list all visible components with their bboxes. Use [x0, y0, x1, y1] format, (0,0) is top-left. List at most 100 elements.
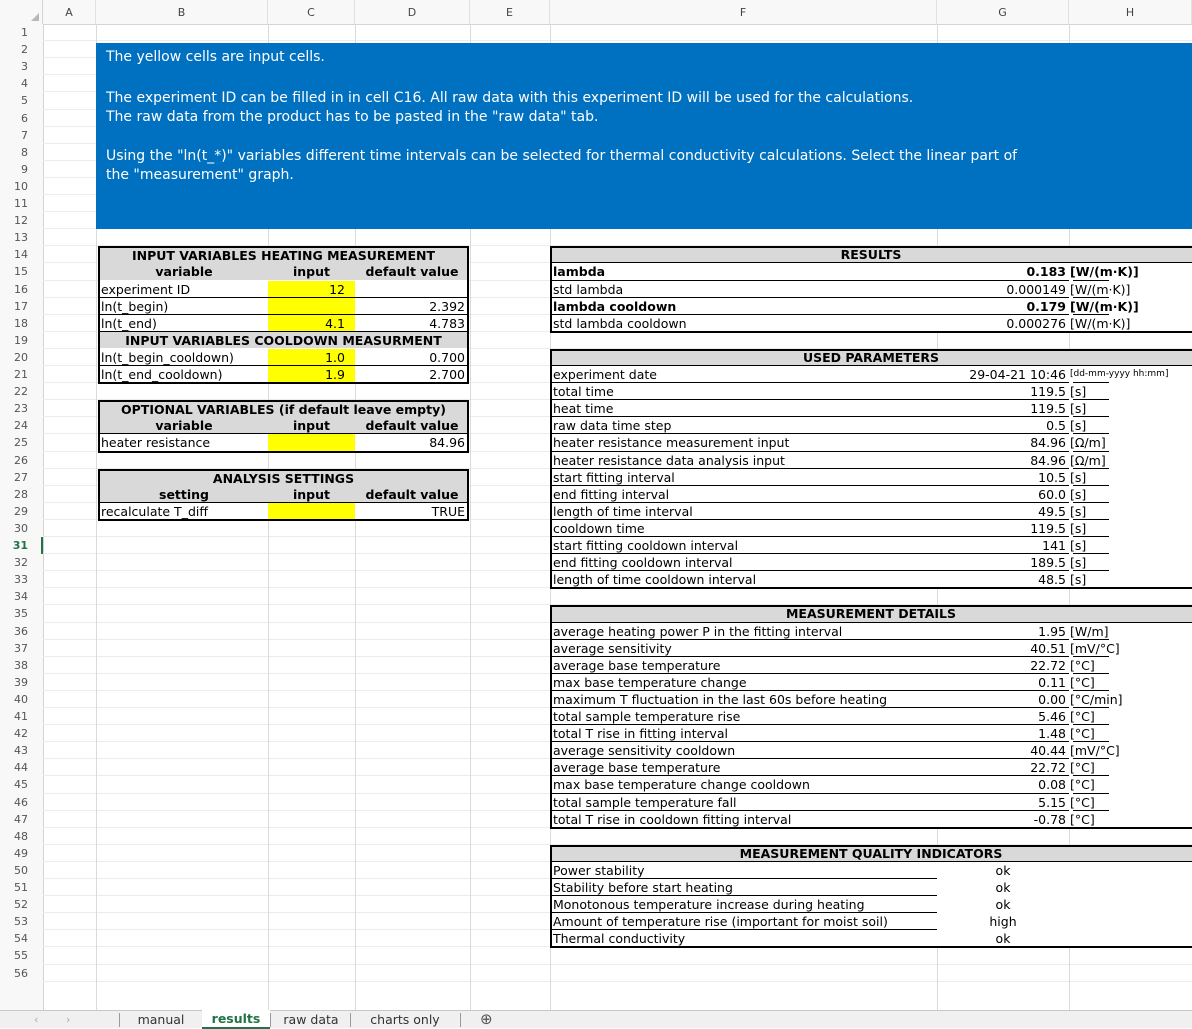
row-header[interactable]: 12: [0, 214, 28, 227]
row-header[interactable]: 9: [0, 163, 28, 176]
row-header[interactable]: 19: [0, 334, 28, 347]
column-header-a[interactable]: A: [43, 0, 96, 24]
parameter-unit: [s]: [1070, 470, 1087, 485]
parameter-unit: [°C]: [1070, 709, 1095, 724]
row-underline: [1073, 468, 1109, 469]
row-header-bar: 1 2 3 4 5 6 7 8 9 10 11 12 13 14 15 16 17 18 19 20 21 22 23 24 2…: [0, 24, 44, 1010]
row-header[interactable]: 35: [0, 607, 28, 620]
row-header[interactable]: 34: [0, 590, 28, 603]
row-underline: [1073, 399, 1109, 400]
column-header-h[interactable]: H: [1069, 0, 1192, 24]
row-header[interactable]: 2: [0, 43, 28, 56]
row-header[interactable]: 40: [0, 693, 28, 706]
row-header[interactable]: 6: [0, 112, 28, 125]
row-header[interactable]: 11: [0, 197, 28, 210]
scroll-tabs-right-icon[interactable]: ›: [66, 1011, 70, 1028]
row-header[interactable]: 27: [0, 471, 28, 484]
row-header[interactable]: 46: [0, 796, 28, 809]
parameter-label: cooldown time: [553, 521, 645, 536]
row-header[interactable]: 29: [0, 505, 28, 518]
row-header[interactable]: 36: [0, 625, 28, 638]
column-label: default value: [365, 264, 459, 279]
select-all-corner[interactable]: [0, 0, 43, 24]
column-header-c[interactable]: C: [268, 0, 355, 24]
column-label: input: [292, 487, 330, 502]
column-header-b[interactable]: B: [96, 0, 268, 24]
row-header[interactable]: 48: [0, 830, 28, 843]
variable-label: ln(t_end): [101, 316, 157, 331]
row-header[interactable]: 22: [0, 385, 28, 398]
row-header[interactable]: 17: [0, 300, 28, 313]
row-underline: [552, 775, 1069, 776]
row-header[interactable]: 14: [0, 248, 28, 261]
input-value[interactable]: 1.9: [268, 367, 345, 382]
row-header[interactable]: 20: [0, 351, 28, 364]
row-header[interactable]: 32: [0, 556, 28, 569]
sheet-tab-manual[interactable]: manual: [120, 1011, 202, 1028]
row-header[interactable]: 5: [0, 94, 28, 107]
row-header[interactable]: 37: [0, 642, 28, 655]
row-header[interactable]: 39: [0, 676, 28, 689]
default-value: TRUE: [431, 504, 465, 519]
column-header-f[interactable]: F: [550, 0, 937, 24]
parameter-value: 141: [1042, 538, 1066, 553]
input-value[interactable]: 4.1: [268, 316, 345, 331]
row-header[interactable]: 4: [0, 77, 28, 90]
row-header[interactable]: 49: [0, 847, 28, 860]
column-header-e[interactable]: E: [470, 0, 550, 24]
sheet-tab-bar: ‹ › manual results raw data charts only ⊕: [0, 1010, 1192, 1029]
row-header[interactable]: 52: [0, 898, 28, 911]
row-header[interactable]: 56: [0, 967, 28, 980]
row-header[interactable]: 55: [0, 949, 28, 962]
row-header[interactable]: 23: [0, 402, 28, 415]
sheet-tab-charts-only[interactable]: charts only: [350, 1011, 460, 1028]
row-header[interactable]: 47: [0, 813, 28, 826]
row-header[interactable]: 50: [0, 864, 28, 877]
scroll-tabs-left-icon[interactable]: ‹: [34, 1011, 38, 1028]
parameter-unit: [Ω/m]: [1070, 435, 1106, 450]
variable-label: ln(t_begin_cooldown): [101, 350, 234, 365]
row-header[interactable]: 26: [0, 454, 28, 467]
row-underline: [552, 878, 937, 879]
column-header-d[interactable]: D: [355, 0, 470, 24]
row-header[interactable]: 3: [0, 60, 28, 73]
row-header[interactable]: 54: [0, 932, 28, 945]
row-underline: [552, 433, 1069, 434]
row-header[interactable]: 33: [0, 573, 28, 586]
sheet-tab-raw-data[interactable]: raw data: [272, 1011, 350, 1028]
row-header[interactable]: 42: [0, 727, 28, 740]
parameter-unit: [s]: [1070, 384, 1087, 399]
row-header[interactable]: 28: [0, 488, 28, 501]
input-cell[interactable]: [268, 298, 355, 315]
table-title: INPUT VARIABLES HEATING MEASUREMENT: [131, 248, 436, 263]
row-header[interactable]: 31: [0, 539, 28, 552]
row-header[interactable]: 53: [0, 915, 28, 928]
row-header[interactable]: 25: [0, 436, 28, 449]
row-header[interactable]: 41: [0, 710, 28, 723]
row-header[interactable]: 16: [0, 283, 28, 296]
row-header[interactable]: 1: [0, 26, 28, 39]
input-cell[interactable]: [268, 503, 355, 520]
row-header[interactable]: 44: [0, 761, 28, 774]
add-sheet-icon[interactable]: ⊕: [480, 1011, 493, 1027]
sheet-tab-results[interactable]: results: [202, 1010, 270, 1029]
row-header[interactable]: 8: [0, 146, 28, 159]
row-header[interactable]: 45: [0, 778, 28, 791]
row-header[interactable]: 7: [0, 129, 28, 142]
row-header[interactable]: 38: [0, 659, 28, 672]
row-header[interactable]: 24: [0, 419, 28, 432]
input-value[interactable]: 1.0: [268, 350, 345, 365]
parameter-unit: [°C]: [1070, 726, 1095, 741]
column-header-g[interactable]: G: [937, 0, 1069, 24]
input-value[interactable]: 12: [268, 282, 345, 297]
row-header[interactable]: 21: [0, 368, 28, 381]
input-cell[interactable]: [268, 434, 355, 451]
row-header[interactable]: 10: [0, 180, 28, 193]
row-header[interactable]: 15: [0, 265, 28, 278]
row-header[interactable]: 43: [0, 744, 28, 757]
row-header[interactable]: 30: [0, 522, 28, 535]
row-header[interactable]: 18: [0, 317, 28, 330]
row-header[interactable]: 51: [0, 881, 28, 894]
row-header[interactable]: 13: [0, 231, 28, 244]
row-underline: [1073, 416, 1109, 417]
